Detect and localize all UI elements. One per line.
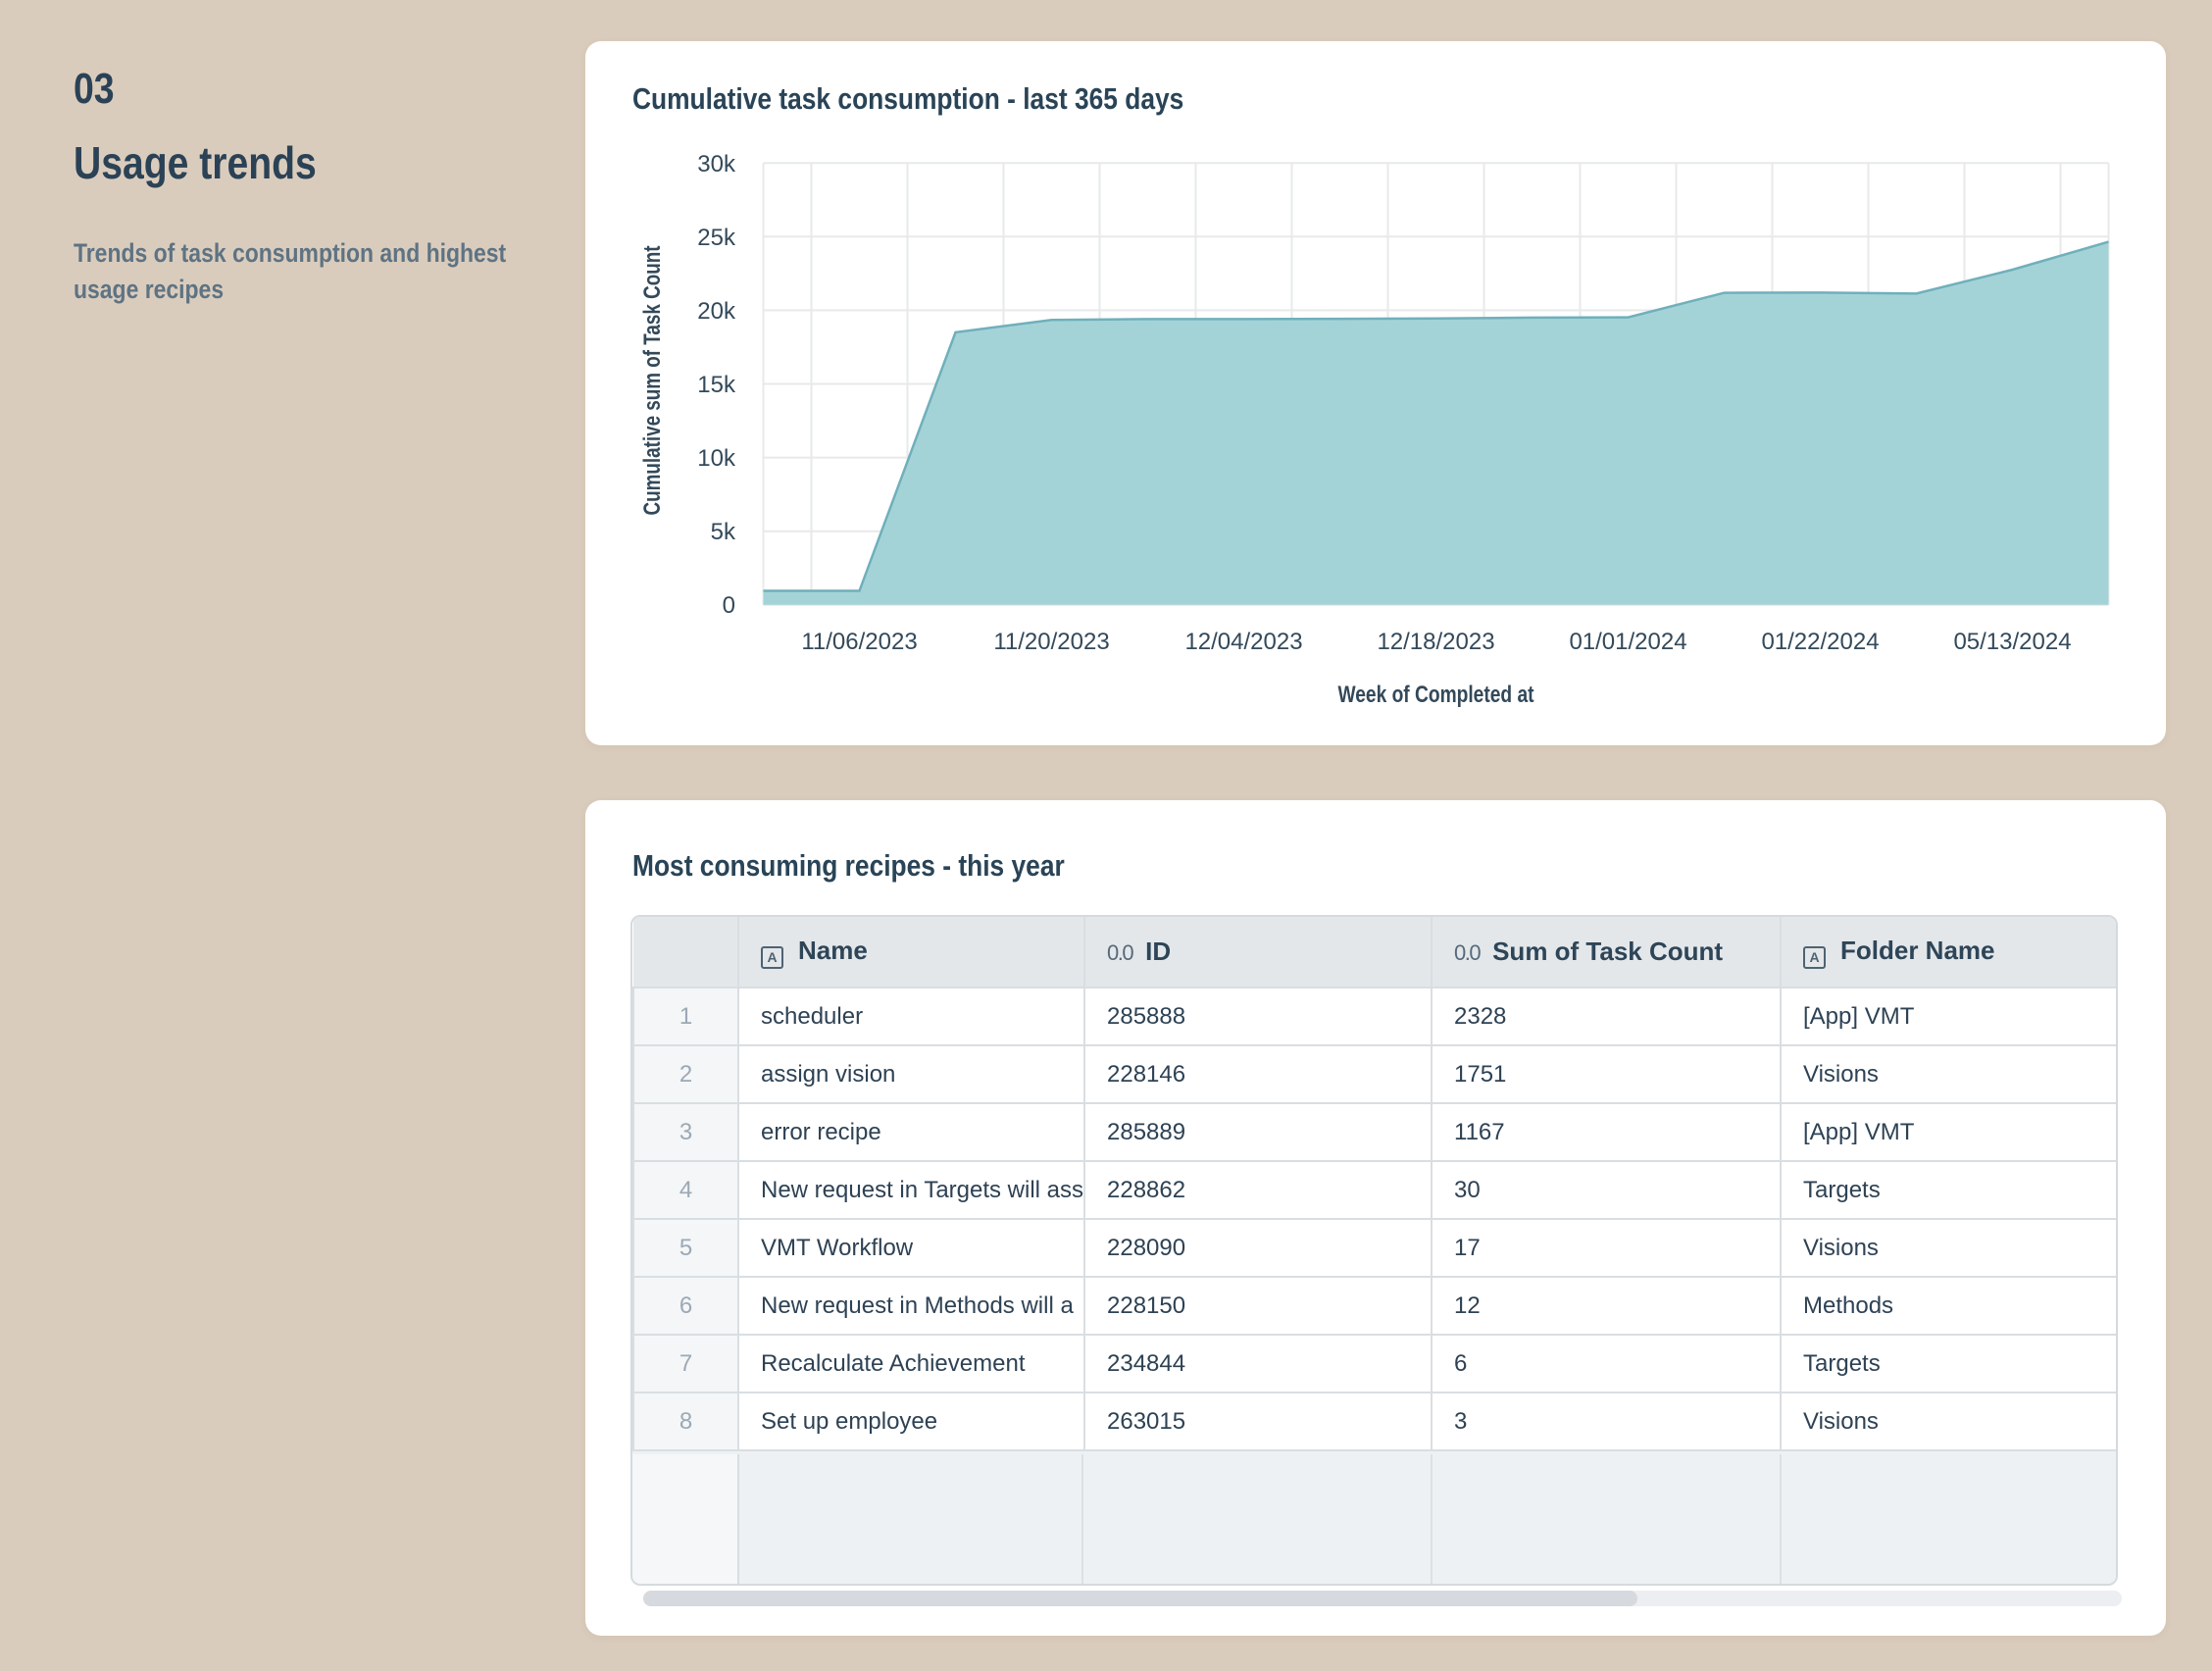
svg-text:05/13/2024: 05/13/2024: [1953, 629, 2071, 655]
svg-text:25k: 25k: [697, 225, 736, 251]
svg-text:30k: 30k: [697, 151, 736, 177]
svg-text:10k: 10k: [697, 445, 736, 472]
svg-text:01/22/2024: 01/22/2024: [1761, 629, 1879, 655]
svg-text:11/06/2023: 11/06/2023: [801, 629, 917, 655]
svg-text:0: 0: [723, 592, 735, 619]
svg-text:Cumulative sum of Task Count: Cumulative sum of Task Count: [639, 245, 666, 515]
svg-text:12/04/2023: 12/04/2023: [1184, 629, 1302, 655]
svg-text:11/20/2023: 11/20/2023: [993, 629, 1109, 655]
svg-text:20k: 20k: [697, 298, 736, 325]
svg-text:12/18/2023: 12/18/2023: [1377, 629, 1494, 655]
svg-text:5k: 5k: [711, 519, 736, 545]
svg-text:Week of Completed at: Week of Completed at: [1338, 682, 1534, 708]
svg-text:01/01/2024: 01/01/2024: [1569, 629, 1686, 655]
svg-text:15k: 15k: [697, 372, 736, 398]
